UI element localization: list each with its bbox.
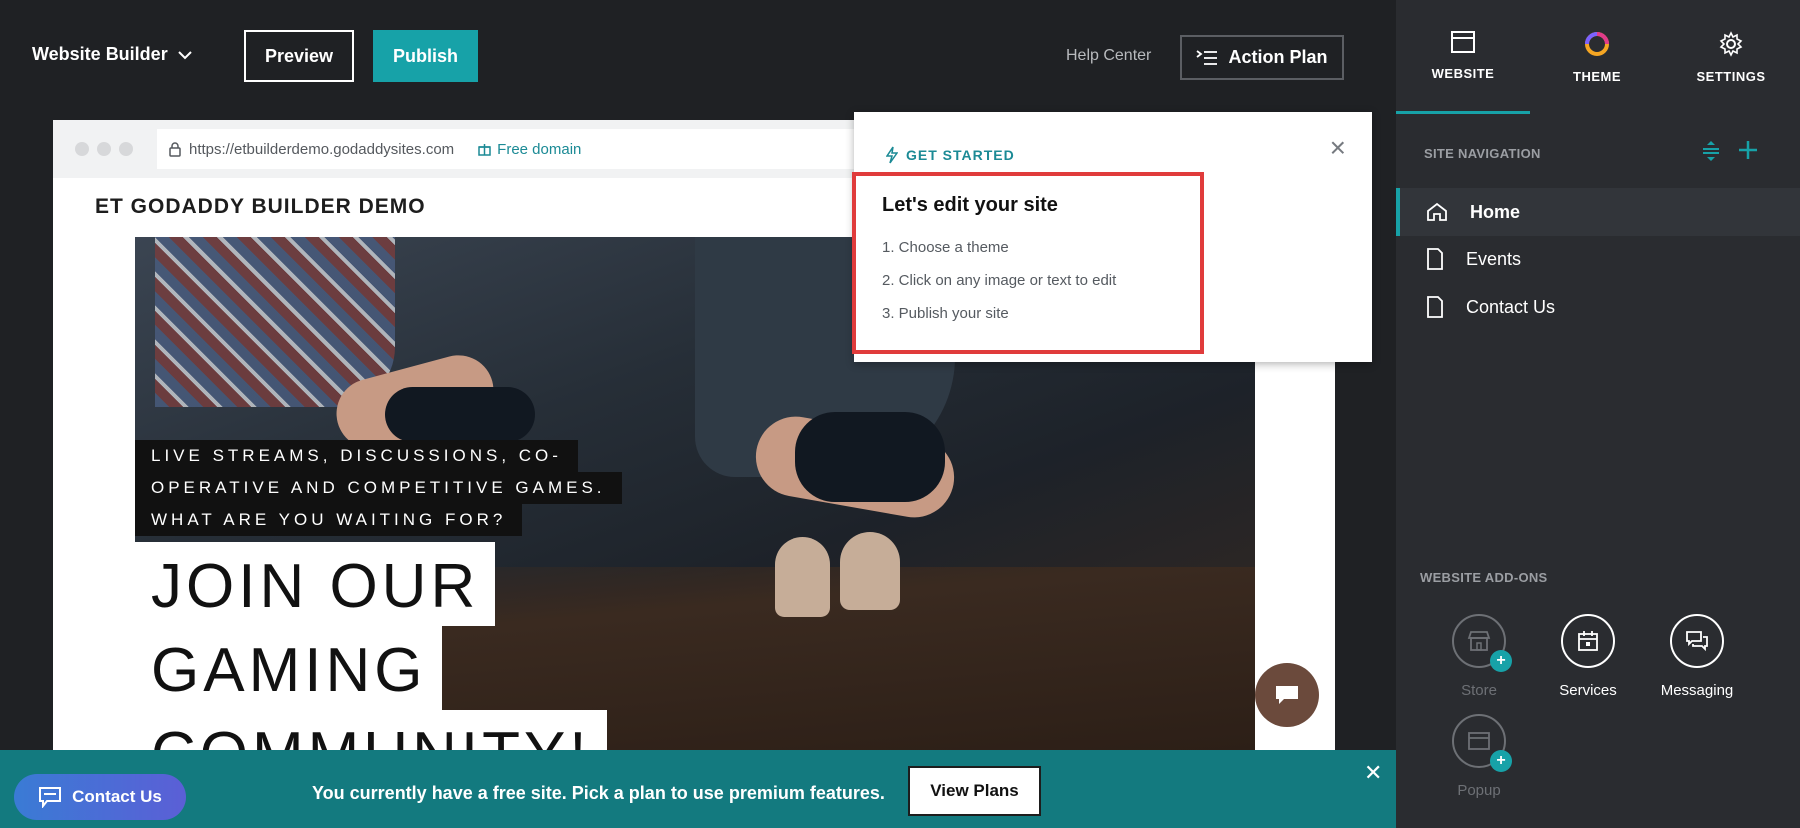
- get-started-popover: GET STARTED × Let's edit your site 1. Ch…: [852, 112, 1372, 362]
- step-item: 1. Choose a theme: [882, 239, 1009, 256]
- tagline-line: OPERATIVE AND COMPETITIVE GAMES.: [135, 472, 622, 504]
- reorder-icon[interactable]: [1702, 138, 1720, 169]
- gift-icon: [478, 144, 491, 156]
- site-navigation-label: SITE NAVIGATION: [1424, 146, 1541, 161]
- popup-addon-circle: +: [1452, 714, 1512, 772]
- hero-headline[interactable]: JOIN OUR GAMING COMMUNITY!: [135, 542, 607, 752]
- calendar-icon: [1578, 631, 1598, 651]
- headline-line: JOIN OUR: [135, 542, 496, 626]
- publish-button[interactable]: Publish: [373, 30, 478, 82]
- chevron-down-icon: [177, 50, 192, 59]
- nav-item-contact-us[interactable]: Contact Us: [1396, 283, 1800, 331]
- addon-store[interactable]: + Store: [1424, 614, 1534, 699]
- plus-icon: +: [1490, 750, 1512, 772]
- chat-button[interactable]: [1255, 663, 1319, 727]
- addon-popup[interactable]: + Popup: [1424, 714, 1534, 799]
- tagline-line: WHAT ARE YOU WAITING FOR?: [135, 504, 523, 536]
- addon-messaging[interactable]: Messaging: [1642, 614, 1752, 699]
- brand-label: Website Builder: [32, 44, 168, 64]
- banner-message: You currently have a free site. Pick a p…: [312, 783, 885, 803]
- top-bar: Website Builder Preview Publish Help Cen…: [0, 0, 1396, 114]
- hero-photo-shape: [840, 532, 900, 610]
- plus-icon: +: [1490, 650, 1512, 672]
- addon-label: Popup: [1457, 782, 1501, 799]
- nav-item-label: Events: [1466, 248, 1522, 269]
- step-item: 3. Publish your site: [882, 305, 1009, 322]
- page-icon: [1427, 248, 1443, 270]
- theme-icon: [1585, 31, 1609, 56]
- nav-item-events[interactable]: Events: [1396, 235, 1800, 283]
- website-builder-menu[interactable]: Website Builder: [32, 44, 192, 65]
- add-page-icon[interactable]: [1738, 136, 1758, 167]
- nav-item-label: Contact Us: [1466, 296, 1556, 317]
- popup-icon: [1468, 732, 1490, 750]
- preview-button[interactable]: Preview: [244, 30, 354, 82]
- addon-services[interactable]: Services: [1533, 614, 1643, 699]
- chat-icon: [1276, 686, 1298, 704]
- close-icon[interactable]: ✕: [1364, 760, 1382, 786]
- page-icon: [1427, 296, 1443, 318]
- hero-photo-shape: [385, 387, 535, 442]
- tagline-line: LIVE STREAMS, DISCUSSIONS, CO-: [135, 440, 578, 472]
- editor-panel: WEBSITE THEME SETTINGS SITE NAVIGATION H…: [1396, 0, 1800, 828]
- step-item: 2. Click on any image or text to edit: [882, 272, 1117, 289]
- website-icon: [1451, 31, 1475, 53]
- home-icon: [1427, 202, 1447, 221]
- window-dot: [119, 142, 133, 156]
- site-title[interactable]: ET GODADDY BUILDER DEMO: [95, 195, 426, 219]
- chat-icon: [39, 787, 62, 808]
- tab-website[interactable]: WEBSITE: [1396, 0, 1530, 114]
- tab-theme[interactable]: THEME: [1530, 0, 1664, 114]
- get-started-label: GET STARTED: [906, 147, 1015, 163]
- free-domain-label: Free domain: [497, 140, 582, 158]
- view-plans-button[interactable]: View Plans: [908, 766, 1041, 816]
- messaging-addon-circle: [1670, 614, 1724, 668]
- address-bar: https://etbuilderdemo.godaddysites.com F…: [157, 129, 857, 169]
- nav-item-home[interactable]: Home: [1396, 188, 1800, 236]
- tab-label: WEBSITE: [1431, 66, 1495, 81]
- services-addon-circle: [1561, 614, 1615, 668]
- nav-item-label: Home: [1470, 201, 1521, 222]
- lightning-icon: [886, 146, 898, 164]
- site-url: https://etbuilderdemo.godaddysites.com: [189, 140, 455, 158]
- addon-label: Services: [1559, 682, 1617, 699]
- messaging-icon: [1686, 631, 1708, 652]
- window-dots: [75, 142, 133, 156]
- lock-icon: [169, 141, 181, 157]
- tab-settings[interactable]: SETTINGS: [1664, 0, 1798, 114]
- list-icon: [1196, 49, 1218, 65]
- free-site-banner: Contact Us You currently have a free sit…: [0, 750, 1396, 828]
- action-plan-label: Action Plan: [1228, 47, 1328, 67]
- headline-line: GAMING: [135, 626, 443, 710]
- close-icon[interactable]: ×: [1330, 132, 1346, 164]
- action-plan-button[interactable]: Action Plan: [1180, 35, 1344, 80]
- contact-us-button[interactable]: Contact Us: [14, 774, 186, 820]
- contact-us-label: Contact Us: [72, 787, 162, 806]
- free-domain-link[interactable]: Free domain: [478, 141, 581, 158]
- window-dot: [75, 142, 89, 156]
- tab-label: SETTINGS: [1696, 68, 1766, 84]
- gear-icon: [1719, 30, 1743, 57]
- popover-title: Let's edit your site: [882, 194, 1058, 216]
- panel-tabs: WEBSITE THEME SETTINGS: [1396, 0, 1800, 114]
- store-icon: [1467, 631, 1491, 651]
- get-started-kicker: GET STARTED: [886, 146, 1015, 164]
- addon-label: Messaging: [1660, 682, 1734, 699]
- tab-label: THEME: [1573, 68, 1621, 84]
- help-center-link[interactable]: Help Center: [1066, 47, 1151, 65]
- window-dot: [97, 142, 111, 156]
- headline-line: COMMUNITY!: [135, 710, 607, 752]
- store-addon-circle: +: [1452, 614, 1512, 672]
- hero-photo-shape: [795, 412, 945, 502]
- website-addons-label: WEBSITE ADD-ONS: [1420, 570, 1548, 585]
- hero-tagline[interactable]: LIVE STREAMS, DISCUSSIONS, CO- OPERATIVE…: [135, 440, 622, 536]
- addon-label: Store: [1461, 682, 1497, 699]
- hero-photo-shape: [775, 537, 830, 617]
